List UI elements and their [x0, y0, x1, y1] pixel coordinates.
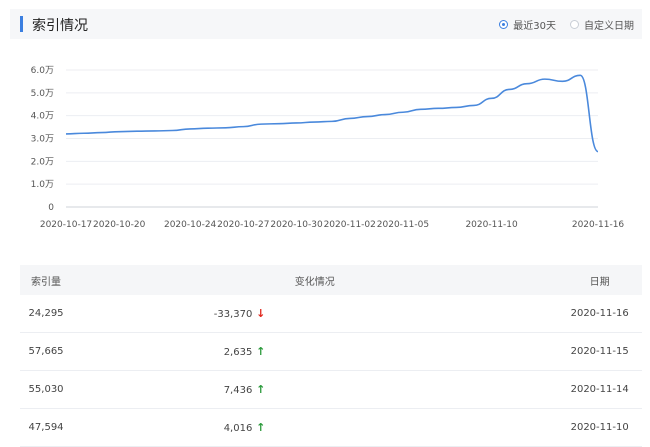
y-tick-label: 5.0万 — [31, 89, 54, 99]
cell-change: -33,370 ↓ — [72, 295, 558, 333]
cell-date: 2020-11-16 — [557, 295, 642, 333]
cell-change: 2,635 ↑ — [72, 332, 558, 371]
title-accent-bar — [20, 16, 23, 32]
header-index-count: 索引量 — [20, 265, 73, 295]
y-tick-label: 3.0万 — [31, 135, 54, 145]
y-tick-label: 6.0万 — [31, 66, 54, 76]
index-table: 索引量 变化情况 日期 24,295 -33,370 ↓ 2020-11-16 5… — [20, 265, 642, 447]
arrow-up-icon: ↑ — [256, 383, 266, 396]
y-tick-label: 4.0万 — [31, 112, 54, 122]
radio-label-last-30-days: 最近30天 — [513, 20, 556, 32]
series-line — [65, 74, 599, 153]
chart-grid — [66, 69, 598, 208]
x-tick-label: 2020-10-24 — [164, 220, 217, 230]
arrow-up-icon: ↑ — [256, 421, 266, 434]
y-tick-label: 1.0万 — [31, 180, 54, 190]
cell-date: 2020-11-10 — [557, 408, 642, 447]
cell-count: 55,030 — [20, 370, 73, 409]
x-tick-label: 2020-11-02 — [324, 220, 376, 230]
table-row: 57,665 2,635 ↑ 2020-11-15 — [20, 332, 642, 371]
x-tick-label: 2020-10-17 — [40, 220, 92, 230]
x-tick-label: 2020-10-27 — [217, 220, 269, 230]
cell-date: 2020-11-15 — [557, 332, 642, 371]
section-title: 索引情况 — [32, 18, 88, 34]
x-tick-label: 2020-11-10 — [465, 220, 518, 230]
x-axis: 2020-10-17 2020-10-20 2020-10-24 2020-10-27… — [40, 220, 625, 230]
arrow-down-icon: ↓ — [256, 307, 266, 320]
y-axis: 6.0万 5.0万 4.0万 3.0万 2.0万 1.0万 0 — [31, 66, 55, 213]
header-date: 日期 — [557, 265, 642, 295]
arrow-up-icon: ↑ — [256, 345, 266, 358]
radio-custom-date[interactable]: 自定义日期 — [570, 17, 634, 32]
y-tick-label: 0 — [48, 203, 54, 213]
cell-change: 7,436 ↑ — [72, 370, 558, 409]
x-tick-label: 2020-10-20 — [93, 220, 146, 230]
table-row: 24,295 -33,370 ↓ 2020-11-16 — [20, 295, 642, 333]
change-value: 2,635 — [223, 347, 253, 358]
cell-date: 2020-11-14 — [557, 370, 642, 409]
radio-checked-icon — [499, 19, 509, 29]
change-value: 4,016 — [223, 423, 253, 434]
table-row: 55,030 7,436 ↑ 2020-11-14 — [20, 370, 642, 409]
header-change: 变化情况 — [72, 265, 558, 295]
x-tick-label: 2020-11-16 — [572, 220, 625, 230]
radio-label-custom-date: 自定义日期 — [584, 20, 634, 32]
change-value: 7,436 — [223, 385, 253, 396]
x-tick-label: 2020-11-05 — [377, 220, 429, 230]
table-row: 47,594 4,016 ↑ 2020-11-10 — [20, 408, 642, 447]
cell-count: 47,594 — [20, 408, 73, 447]
y-tick-label: 2.0万 — [31, 157, 54, 167]
table-header-row: 索引量 变化情况 日期 — [20, 265, 642, 295]
radio-unchecked-icon — [570, 19, 579, 29]
change-value: -33,370 — [213, 309, 253, 320]
section-header: 索引情况 最近30天 自定义日期 — [10, 9, 642, 39]
date-range-selector: 最近30天 自定义日期 — [485, 9, 634, 39]
cell-count: 24,295 — [20, 295, 73, 333]
x-tick-label: 2020-10-30 — [270, 220, 323, 230]
index-trend-chart: 6.0万5.0万4.0万3.0万2.0万1.0万0 2020-10-17 2020… — [31, 66, 625, 230]
radio-last-30-days[interactable]: 最近30天 — [499, 17, 556, 32]
cell-change: 4,016 ↑ — [72, 408, 558, 447]
cell-count: 57,665 — [20, 332, 73, 371]
